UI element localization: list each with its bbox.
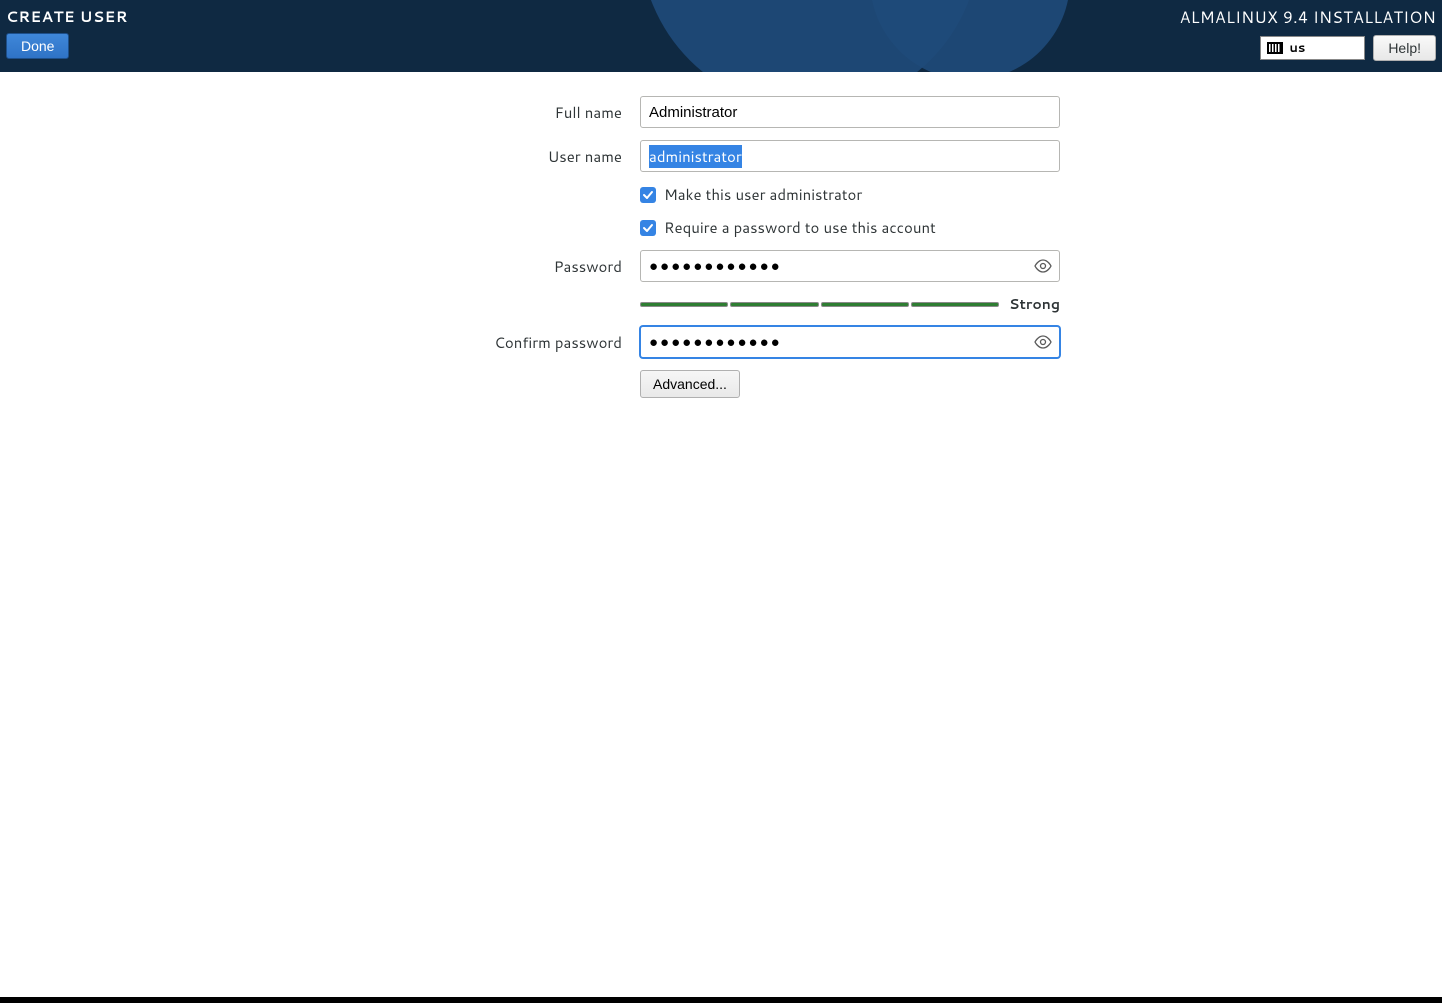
password-input[interactable] [640, 250, 1060, 282]
password-strength-label: Strong [1009, 294, 1060, 314]
confirm-password-input[interactable] [640, 326, 1060, 358]
form-area: Full name User name administrator Make t… [0, 72, 1442, 398]
keyboard-layout-value: us [1289, 39, 1305, 57]
username-input[interactable]: administrator [640, 140, 1060, 172]
page-title: CREATE USER [6, 6, 128, 27]
password-label: Password [382, 256, 622, 277]
show-password-icon[interactable] [1034, 259, 1052, 273]
help-button[interactable]: Help! [1373, 35, 1436, 61]
keyboard-layout-selector[interactable]: us [1260, 36, 1365, 60]
require-password-checkbox-label: Require a password to use this account [664, 217, 936, 238]
fullname-input[interactable] [640, 96, 1060, 128]
confirm-password-label: Confirm password [382, 332, 622, 353]
strength-bar [730, 302, 818, 307]
check-icon [642, 189, 654, 201]
strength-bar [821, 302, 909, 307]
show-confirm-password-icon[interactable] [1034, 335, 1052, 349]
username-label: User name [382, 146, 622, 167]
password-strength-bars [640, 302, 999, 307]
admin-checkbox-label: Make this user administrator [664, 184, 862, 205]
password-strength-row: Strong [640, 294, 1060, 314]
advanced-button[interactable]: Advanced... [640, 370, 740, 398]
install-label: ALMALINUX 9.4 INSTALLATION [1180, 6, 1436, 29]
bottom-bar [0, 997, 1442, 1003]
header-bar: CREATE USER Done ALMALINUX 9.4 INSTALLAT… [0, 0, 1442, 72]
check-icon [642, 222, 654, 234]
require-password-checkbox[interactable] [640, 220, 656, 236]
fullname-label: Full name [382, 102, 622, 123]
strength-bar [640, 302, 728, 307]
keyboard-icon [1267, 42, 1283, 54]
done-button[interactable]: Done [6, 33, 69, 59]
admin-checkbox[interactable] [640, 187, 656, 203]
strength-bar [911, 302, 999, 307]
username-value: administrator [649, 145, 742, 168]
